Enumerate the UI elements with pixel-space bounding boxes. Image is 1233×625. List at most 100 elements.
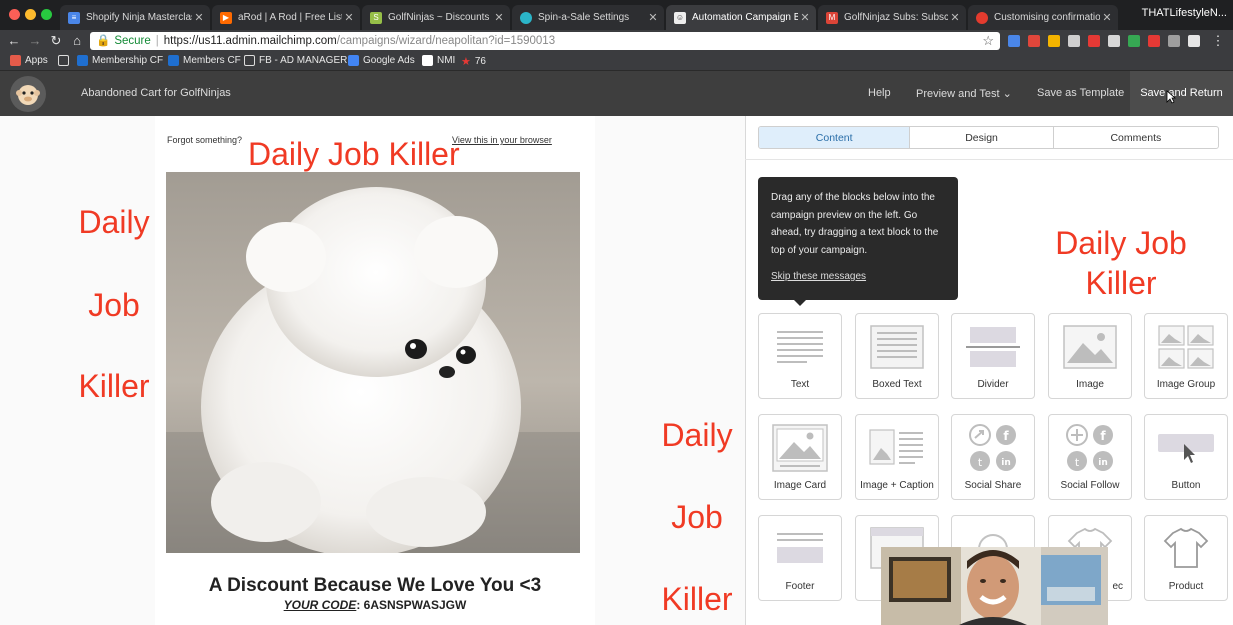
code-value: : 6ASNSPWASJGW <box>356 598 467 612</box>
minimize-window-button[interactable] <box>25 9 36 20</box>
puppy-image[interactable] <box>166 172 580 553</box>
bookmark-nmi[interactable]: NMI <box>422 55 455 66</box>
block-image-group[interactable]: Image Group <box>1144 313 1228 399</box>
bookmarks-bar: Apps Membership CF Members CF FB - AD MA… <box>0 52 1233 71</box>
save-and-return-button[interactable]: Save and Return <box>1130 71 1233 116</box>
browser-tab-gmail[interactable]: M GolfNinjaz Subs: Subscriptions ✕ <box>818 5 966 30</box>
block-social-follow[interactable]: f t in Social Follow <box>1048 414 1132 500</box>
bookmark-membership-cf[interactable]: Membership CF <box>77 55 163 66</box>
close-window-button[interactable] <box>9 9 20 20</box>
help-link[interactable]: Help <box>868 87 891 99</box>
extension-icon[interactable] <box>1128 35 1140 47</box>
browser-tab-customising-confirmation[interactable]: Customising confirmation e ✕ <box>968 5 1118 30</box>
preview-and-test-menu[interactable]: Preview and Test ⌄ <box>916 87 1012 100</box>
folder-icon <box>244 55 255 66</box>
bookmark-google-ads[interactable]: Google Ads <box>348 55 415 66</box>
view-in-browser-link[interactable]: View this in your browser <box>452 135 552 145</box>
browser-tab-strip: ≡ Shopify Ninja Masterclass ✕ ▶ aRod | A… <box>0 0 1233 30</box>
browser-menu-icon[interactable]: ⋮ <box>1210 32 1226 50</box>
url-bar[interactable]: 🔒 Secure | https://us11.admin.mailchimp.com… <box>90 32 1000 50</box>
tooltip-text: Drag any of the blocks below into the ca… <box>771 192 939 256</box>
extension-icon[interactable] <box>1068 35 1080 47</box>
page-icon <box>422 55 433 66</box>
clickfunnels-icon <box>168 55 179 66</box>
extension-icon[interactable] <box>1028 35 1040 47</box>
close-tab-icon[interactable]: ✕ <box>192 11 206 24</box>
block-button[interactable]: Button <box>1144 414 1228 500</box>
tab-content[interactable]: Content <box>759 127 911 148</box>
skip-messages-link[interactable]: Skip these messages <box>771 268 866 286</box>
bookmark-76[interactable]: ★ 76 <box>461 55 486 68</box>
browser-tab-arod[interactable]: ▶ aRod | A Rod | Free Listening ✕ <box>212 5 360 30</box>
back-arrow-icon[interactable]: ← <box>6 32 22 50</box>
bookmark-apps[interactable]: Apps <box>10 55 48 66</box>
image-caption-block-icon <box>856 423 938 473</box>
browser-profile-label[interactable]: THATLifestyleN... <box>1142 7 1227 19</box>
block-product[interactable]: Product <box>1144 515 1228 601</box>
home-icon[interactable]: ⌂ <box>69 32 85 50</box>
extension-icon[interactable] <box>1088 35 1100 47</box>
google-ads-icon <box>348 55 359 66</box>
divider-block-icon <box>952 322 1034 372</box>
block-boxed-text[interactable]: Boxed Text <box>855 313 939 399</box>
reload-icon[interactable]: ↻ <box>48 32 64 50</box>
extension-icon[interactable] <box>1008 35 1020 47</box>
close-tab-icon[interactable]: ✕ <box>492 11 506 24</box>
secure-label: Secure <box>114 35 151 47</box>
extension-icon[interactable] <box>1188 35 1200 47</box>
tab-comments[interactable]: Comments <box>1054 127 1218 148</box>
panel-tabs: Content Design Comments <box>758 126 1219 149</box>
soundcloud-icon: ▶ <box>220 11 232 24</box>
block-footer[interactable]: Footer <box>758 515 842 601</box>
extension-icon[interactable] <box>1148 35 1160 47</box>
extension-icon[interactable] <box>1108 35 1120 47</box>
tooltip-arrow <box>794 300 806 306</box>
discount-code[interactable]: YOUR CODE: 6ASNSPWASJGW <box>160 598 590 612</box>
overlay-text-mid-1: Daily <box>661 417 733 453</box>
screen: ≡ Shopify Ninja Masterclass ✕ ▶ aRod | A… <box>0 0 1233 625</box>
block-social-share[interactable]: f t in Social Share <box>951 414 1035 500</box>
url-host: https://us11.admin.mailchimp.com <box>163 35 337 47</box>
maximize-window-button[interactable] <box>41 9 52 20</box>
chevron-down-icon: ⌄ <box>1002 88 1012 100</box>
bookmark-fb-ad-manager[interactable]: FB - AD MANAGER <box>244 55 347 66</box>
browser-tab-shopify[interactable]: ≡ Shopify Ninja Masterclass ✕ <box>60 5 210 30</box>
close-tab-icon[interactable]: ✕ <box>948 11 962 24</box>
forward-arrow-icon[interactable]: → <box>27 32 43 50</box>
image-card-block-icon <box>759 423 841 473</box>
close-tab-icon[interactable]: ✕ <box>1100 11 1114 24</box>
block-divider[interactable]: Divider <box>951 313 1035 399</box>
preheader-text[interactable]: Forgot something? <box>167 135 242 145</box>
app-header: Abandoned Cart for GolfNinjas Help Previ… <box>0 71 1233 116</box>
browser-tab-golfninjas-discounts[interactable]: S GolfNinjas ~ Discounts ~ Sh ✕ <box>362 5 510 30</box>
onboarding-tooltip: Drag any of the blocks below into the ca… <box>758 177 958 306</box>
browser-tab-spin-a-sale[interactable]: Spin-a-Sale Settings ✕ <box>512 5 664 30</box>
save-as-template-button[interactable]: Save as Template <box>1037 87 1124 99</box>
button-block-icon <box>1145 423 1227 473</box>
bookmark-star-icon[interactable]: ☆ <box>982 32 994 50</box>
close-tab-icon[interactable]: ✕ <box>342 11 356 24</box>
bookmark-members-cf[interactable]: Members CF <box>168 55 241 66</box>
extension-icon[interactable] <box>1168 35 1180 47</box>
browser-tab-automation-campaign[interactable]: ☺ Automation Campaign Builder ✕ <box>666 5 816 30</box>
block-image-caption[interactable]: Image + Caption <box>855 414 939 500</box>
overlay-text-mid-2: Job <box>671 499 723 535</box>
close-tab-icon[interactable]: ✕ <box>798 11 812 24</box>
close-tab-icon[interactable]: ✕ <box>646 11 660 24</box>
block-text[interactable]: Text <box>758 313 842 399</box>
email-headline[interactable]: A Discount Because We Love You <3 <box>160 575 590 597</box>
overlay-text-right-1: Daily Job <box>1055 225 1187 261</box>
image-group-block-icon <box>1145 322 1227 372</box>
block-image[interactable]: Image <box>1048 313 1132 399</box>
mailchimp-logo-icon[interactable] <box>10 76 46 112</box>
panel-divider <box>745 159 1233 160</box>
tab-design[interactable]: Design <box>910 127 1054 148</box>
bookmark-folder[interactable] <box>58 55 73 66</box>
block-image-card[interactable]: Image Card <box>758 414 842 500</box>
document-icon: ≡ <box>68 11 80 24</box>
lock-icon: 🔒 <box>96 35 111 47</box>
gmail-icon: M <box>826 11 838 24</box>
clickfunnels-icon <box>77 55 88 66</box>
extension-icon[interactable] <box>1048 35 1060 47</box>
mailchimp-icon: ☺ <box>674 11 686 24</box>
